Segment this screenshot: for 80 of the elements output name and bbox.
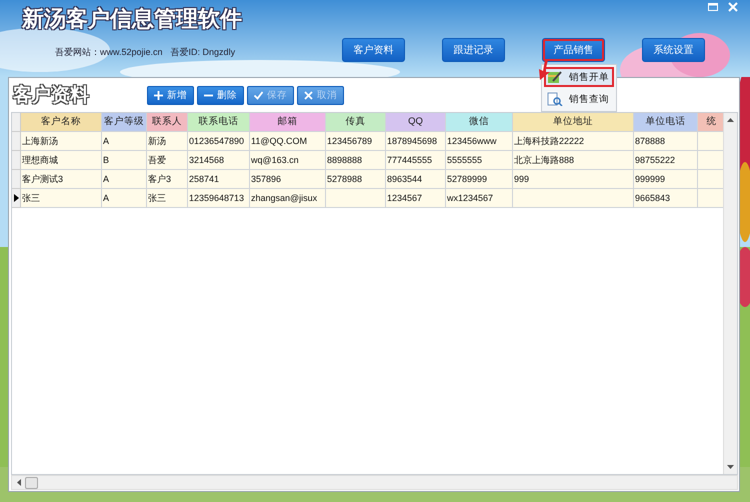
panel-title: 客户资料 <box>13 82 91 108</box>
table-cell: 98755222 <box>634 151 698 170</box>
row-header[interactable] <box>12 189 21 208</box>
table-cell <box>698 151 723 170</box>
table-cell: B <box>102 151 147 170</box>
table-cell: 1878945698 <box>386 132 446 151</box>
table-cell <box>698 189 723 208</box>
nav-button[interactable]: 客户资料 <box>342 38 405 62</box>
nav-button[interactable]: 产品销售 <box>542 38 605 62</box>
table-cell: wq@163.cn <box>250 151 326 170</box>
table-cell: 999999 <box>634 170 698 189</box>
column-header[interactable]: 微信 <box>446 113 513 132</box>
scroll-up-icon[interactable] <box>727 118 734 122</box>
toolbar-button[interactable]: 删除 <box>197 86 244 104</box>
table-cell: 客户3 <box>147 170 188 189</box>
table-cell: 8963544 <box>386 170 446 189</box>
table-cell: 01236547890 <box>188 132 250 151</box>
app-title: 新汤客户信息管理软件 <box>22 5 242 33</box>
scroll-down-icon[interactable] <box>727 465 734 469</box>
user-id-text: 吾爱ID: Dngzdly <box>170 46 236 59</box>
table-cell: 1234567 <box>386 189 446 208</box>
plus-icon <box>154 90 163 100</box>
table-cell: 客户测试3 <box>21 170 102 189</box>
nav-button[interactable]: 系统设置 <box>642 38 705 62</box>
table-cell: A <box>102 132 147 151</box>
nav-button[interactable]: 跟进记录 <box>442 38 505 62</box>
table-cell: 258741 <box>188 170 250 189</box>
column-header[interactable]: 客户等级 <box>102 113 147 132</box>
table-cell <box>698 170 723 189</box>
pointer-arrow <box>536 60 552 80</box>
table-cell: 12359648713 <box>188 189 250 208</box>
table-cell: 8898888 <box>326 151 386 170</box>
table-cell: 357896 <box>250 170 326 189</box>
table-cell: 11@QQ.COM <box>250 132 326 151</box>
toolbar-button[interactable]: 新增 <box>147 86 194 104</box>
column-header[interactable]: 联系人 <box>147 113 188 132</box>
column-header[interactable]: 传真 <box>326 113 386 132</box>
document-search-icon <box>547 92 563 106</box>
column-header[interactable]: QQ <box>386 113 446 132</box>
vertical-scrollbar[interactable] <box>723 113 737 474</box>
table-cell: 北京上海路888 <box>513 151 634 170</box>
menu-item[interactable]: 销售查询 <box>544 89 614 109</box>
table-cell <box>326 189 386 208</box>
table-cell: A <box>102 189 147 208</box>
site-text: 吾爱网站：www.52pojie.cn <box>55 46 163 59</box>
table-cell: 张三 <box>147 189 188 208</box>
table-cell: 999 <box>513 170 634 189</box>
check-icon <box>254 90 263 100</box>
notepad-icon <box>547 70 563 84</box>
table-cell: 878888 <box>634 132 698 151</box>
column-header[interactable]: 单位地址 <box>513 113 634 132</box>
table-cell: 上海新汤 <box>21 132 102 151</box>
horizontal-scrollbar[interactable] <box>11 475 738 490</box>
table-cell: 5278988 <box>326 170 386 189</box>
column-header[interactable]: 单位电话 <box>634 113 698 132</box>
table-cell: 新汤 <box>147 132 188 151</box>
table-cell: 理想商城 <box>21 151 102 170</box>
column-header[interactable]: 统 <box>698 113 723 132</box>
table-cell: 9665843 <box>634 189 698 208</box>
table-cell: A <box>102 170 147 189</box>
table-cell: 3214568 <box>188 151 250 170</box>
table-cell: 52789999 <box>446 170 513 189</box>
cross-icon <box>304 90 313 100</box>
table-cell: zhangsan@jisux <box>250 189 326 208</box>
scroll-left-icon[interactable] <box>17 479 21 486</box>
table-cell: 上海科技路22222 <box>513 132 634 151</box>
table-cell: 5555555 <box>446 151 513 170</box>
table-cell: 123456789 <box>326 132 386 151</box>
table-cell: 张三 <box>21 189 102 208</box>
table-cell: 吾爱 <box>147 151 188 170</box>
table-cell: 777445555 <box>386 151 446 170</box>
table-cell <box>698 132 723 151</box>
column-header[interactable]: 邮箱 <box>250 113 326 132</box>
scroll-thumb[interactable] <box>25 476 38 488</box>
column-header[interactable]: 联系电话 <box>188 113 250 132</box>
menu-item[interactable]: 销售开单 <box>544 67 614 87</box>
current-row-icon <box>14 194 18 202</box>
table-cell: wx1234567 <box>446 189 513 208</box>
column-header[interactable]: 客户名称 <box>21 113 102 132</box>
table-cell: 123456www <box>446 132 513 151</box>
